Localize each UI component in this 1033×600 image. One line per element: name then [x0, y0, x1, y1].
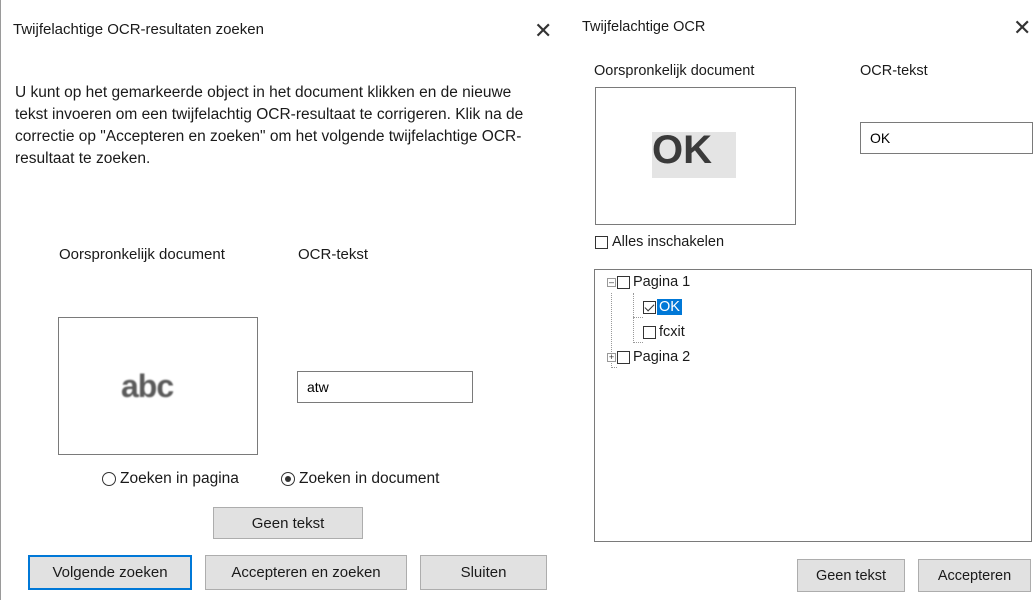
tree-item-label: Pagina 1	[633, 274, 691, 290]
tree-item-label: OK	[657, 299, 682, 315]
original-document-preview: OK	[595, 87, 796, 225]
dialog-title: Twijfelachtige OCR	[582, 19, 706, 35]
preview-image-text: OK	[652, 128, 712, 172]
collapse-icon[interactable]: –	[607, 277, 616, 287]
instructions-text: U kunt op het gemarkeerde object in het …	[15, 84, 524, 167]
ocr-text-input[interactable]	[297, 371, 473, 403]
preview-image-text: abc	[121, 368, 174, 404]
ocr-text-label: OCR-tekst	[860, 63, 928, 79]
radio-circle	[102, 472, 116, 486]
radio-search-in-page[interactable]: Zoeken in pagina	[102, 470, 239, 488]
tree-item-page-1[interactable]: – Pagina 1	[607, 274, 690, 290]
checkbox[interactable]	[617, 350, 630, 364]
ocr-text-input[interactable]	[860, 122, 1033, 154]
no-text-button[interactable]: Geen tekst	[797, 559, 905, 592]
radio-search-in-document[interactable]: Zoeken in document	[281, 470, 439, 488]
radio-label: Zoeken in pagina	[120, 470, 239, 487]
tree-item-ok[interactable]: OK	[643, 299, 682, 315]
tree-line	[633, 342, 643, 343]
ocr-text-label: OCR-tekst	[298, 246, 369, 263]
expand-icon[interactable]: +	[607, 352, 616, 362]
accept-and-find-button[interactable]: Accepteren en zoeken	[205, 555, 407, 590]
checkbox[interactable]	[643, 300, 656, 314]
separator	[561, 0, 573, 600]
original-document-label: Oorspronkelijk document	[59, 246, 225, 263]
no-text-button[interactable]: Geen tekst	[213, 507, 363, 539]
tree-item-label: Pagina 2	[633, 349, 691, 365]
radio-label: Zoeken in document	[299, 470, 440, 487]
enable-all-checkbox[interactable]: Alles inschakelen	[595, 234, 724, 250]
tree-line	[611, 367, 617, 368]
tree-line	[633, 293, 634, 343]
accept-button[interactable]: Accepteren	[918, 559, 1031, 592]
right-dialog: Twijfelachtige OCR Oorspronkelijk docume…	[573, 0, 1033, 600]
checkbox[interactable]	[617, 275, 630, 289]
original-document-label: Oorspronkelijk document	[594, 63, 755, 79]
tree-item-page-2[interactable]: + Pagina 2	[607, 349, 690, 365]
ocr-results-tree[interactable]: – Pagina 1 OK fcxit + Pagina 2	[594, 269, 1032, 542]
original-document-preview: abc	[58, 317, 258, 455]
tree-item-fcxit[interactable]: fcxit	[643, 324, 685, 340]
close-icon[interactable]	[1013, 17, 1031, 39]
radio-circle	[281, 472, 295, 486]
find-next-button[interactable]: Volgende zoeken	[28, 555, 192, 590]
checkbox	[595, 235, 608, 249]
close-button[interactable]: Sluiten	[420, 555, 547, 590]
tree-item-label: fcxit	[659, 324, 685, 340]
enable-all-label: Alles inschakelen	[612, 234, 725, 250]
left-dialog: Twijfelachtige OCR-resultaten zoeken U k…	[0, 0, 561, 600]
tree-line	[633, 317, 643, 318]
checkbox[interactable]	[643, 325, 656, 339]
close-icon[interactable]	[534, 20, 552, 42]
dialog-title: Twijfelachtige OCR-resultaten zoeken	[13, 21, 264, 38]
